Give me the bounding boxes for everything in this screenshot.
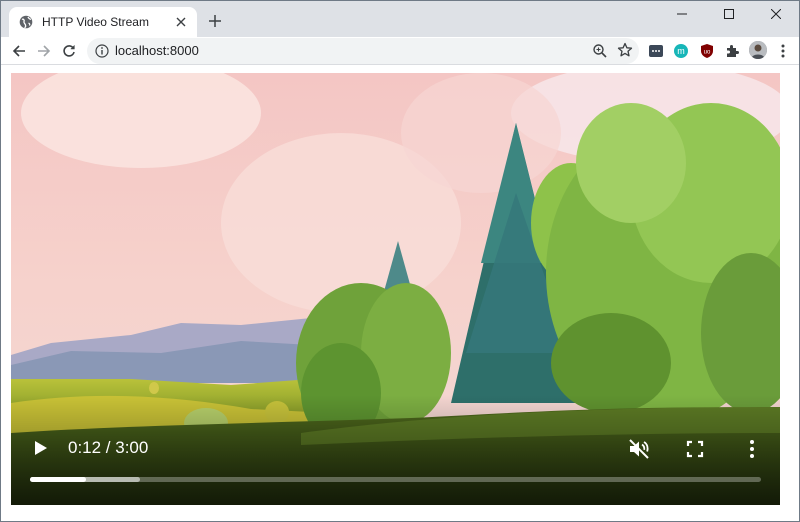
ublock-origin-icon[interactable]: uo	[698, 42, 716, 60]
address-bar[interactable]: localhost:8000	[87, 38, 639, 64]
more-options-button[interactable]	[744, 437, 760, 461]
globe-icon	[19, 15, 33, 29]
maximize-button[interactable]	[706, 1, 752, 27]
close-window-button[interactable]	[753, 1, 799, 27]
svg-text:m: m	[677, 46, 685, 56]
minimize-button[interactable]	[659, 1, 705, 27]
dark-extension-icon[interactable]	[647, 42, 665, 60]
fullscreen-icon	[686, 440, 704, 458]
svg-text:uo: uo	[704, 50, 711, 56]
avatar[interactable]	[749, 41, 767, 59]
zoom-icon[interactable]	[592, 43, 608, 59]
new-tab-button[interactable]	[204, 10, 226, 32]
back-arrow-icon	[12, 45, 25, 57]
teal-m-extension-icon[interactable]: m	[672, 42, 690, 60]
maximize-icon	[724, 9, 734, 19]
reload-button[interactable]	[57, 39, 81, 63]
muted-speaker-icon	[629, 439, 649, 459]
fullscreen-button[interactable]	[684, 438, 706, 460]
browser-window: HTTP Video Stream localhost:8000 m uo 0:…	[0, 0, 800, 522]
tab-title: HTTP Video Stream	[42, 15, 149, 29]
forward-button[interactable]	[32, 39, 56, 63]
url-text[interactable]: localhost:8000	[115, 43, 199, 58]
forward-arrow-icon	[38, 45, 51, 57]
tab-strip: HTTP Video Stream	[1, 1, 799, 37]
close-icon[interactable]	[173, 14, 189, 30]
mute-toggle-button[interactable]	[627, 437, 651, 461]
progress-played	[30, 477, 87, 482]
play-button[interactable]	[31, 437, 51, 459]
more-vert-icon	[750, 440, 754, 458]
reload-icon	[63, 45, 75, 57]
kebab-menu-icon[interactable]	[775, 42, 791, 60]
video-player[interactable]: 0:12 / 3:00	[11, 73, 780, 505]
minimize-icon	[677, 13, 687, 15]
page-content: 0:12 / 3:00	[1, 65, 799, 521]
info-icon[interactable]	[95, 44, 109, 58]
star-icon[interactable]	[617, 42, 633, 58]
back-button[interactable]	[7, 39, 31, 63]
browser-toolbar: localhost:8000 m uo	[1, 37, 799, 65]
puzzle-extensions-icon[interactable]	[723, 42, 741, 60]
plus-icon	[209, 15, 221, 27]
play-icon	[35, 441, 47, 455]
close-icon	[771, 9, 781, 19]
tab-http-video-stream[interactable]: HTTP Video Stream	[9, 7, 197, 37]
progress-bar[interactable]	[30, 477, 761, 482]
time-display: 0:12 / 3:00	[68, 438, 149, 457]
